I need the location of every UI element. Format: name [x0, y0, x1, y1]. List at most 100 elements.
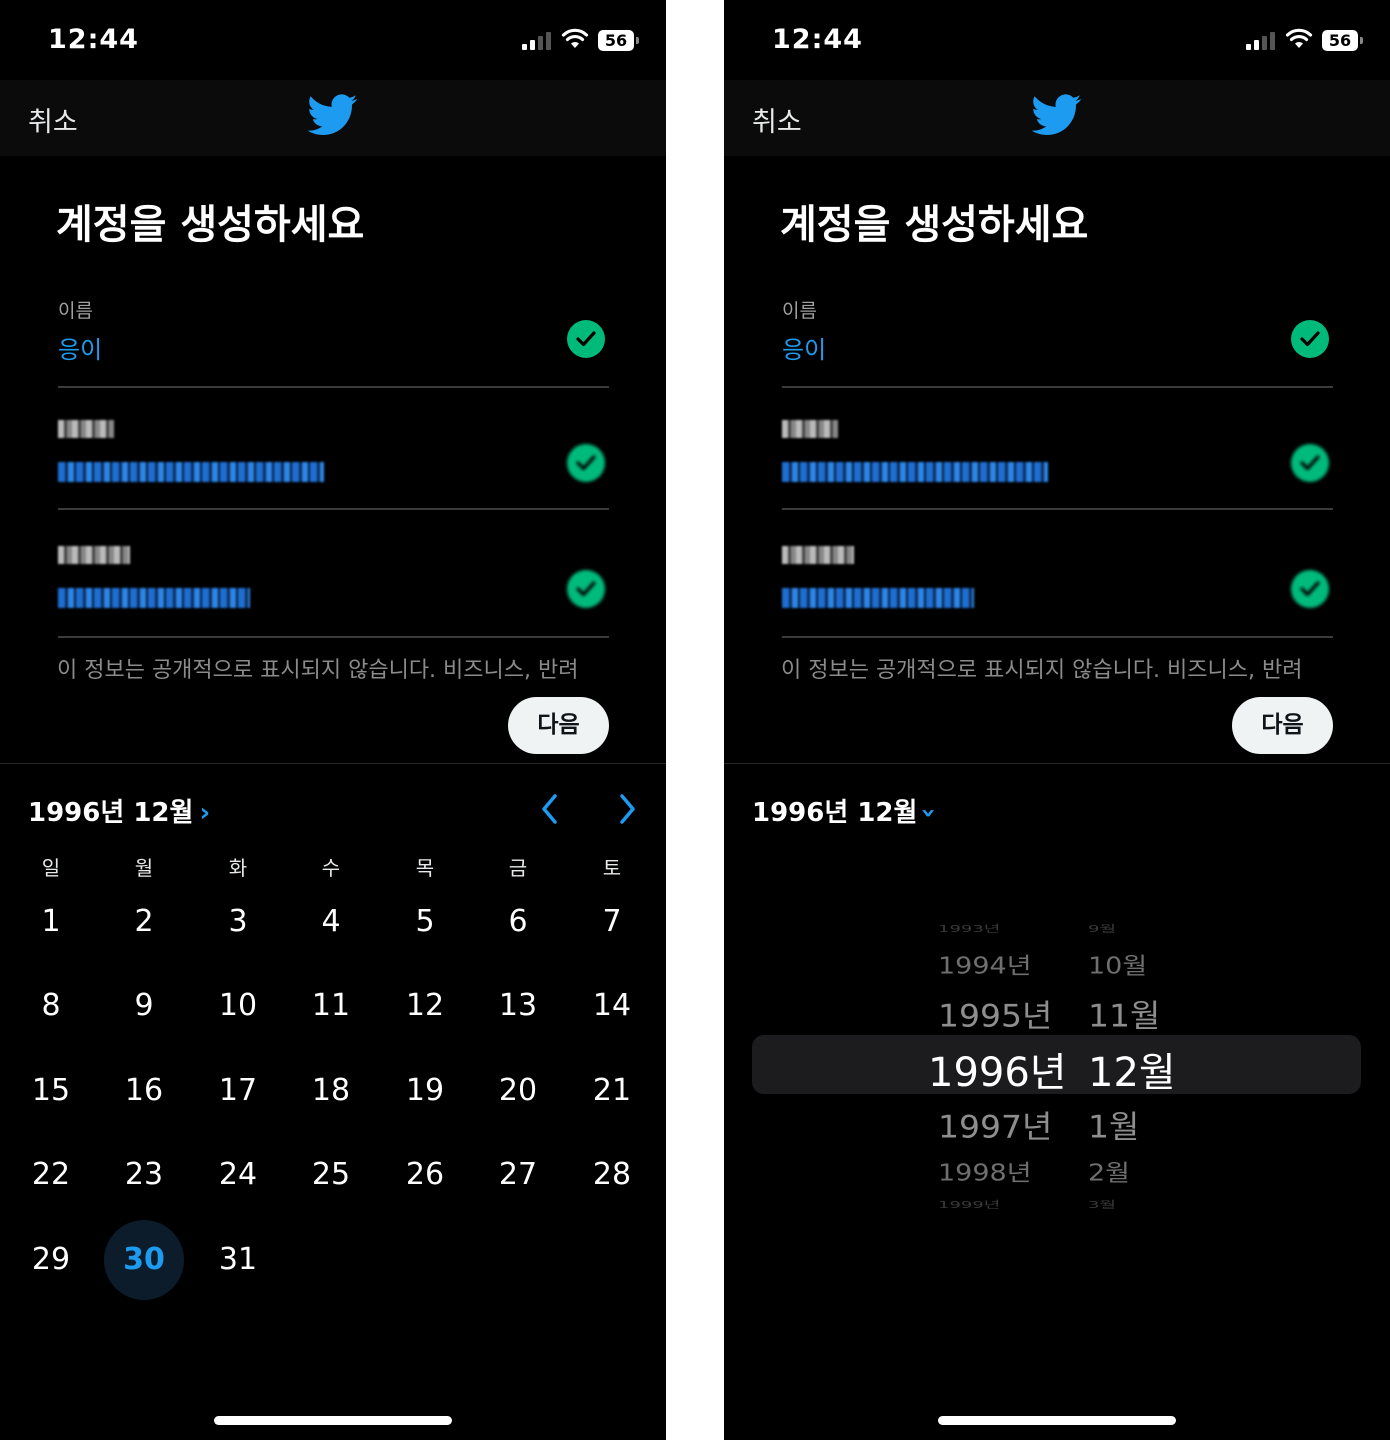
picker-month[interactable]: 10월 [1088, 947, 1147, 980]
calendar-day[interactable]: 18 [291, 1051, 371, 1131]
field-underline [58, 386, 609, 388]
picker-month[interactable]: 11월 [1088, 990, 1160, 1036]
field-underline [58, 636, 609, 638]
calendar-day[interactable]: 17 [198, 1051, 278, 1131]
birthdate-value-redacted[interactable] [782, 586, 974, 614]
picker-month-selected[interactable]: 12월 [1088, 1040, 1176, 1098]
check-icon [567, 570, 605, 608]
divider [724, 763, 1390, 764]
calendar-day[interactable]: 12 [385, 966, 465, 1046]
calendar-day[interactable]: 8 [11, 966, 91, 1046]
name-value[interactable]: 응이 [58, 330, 102, 365]
name-label: 이름 [58, 300, 93, 322]
field-underline [782, 636, 1333, 638]
picker-year-selected[interactable]: 1996년 [928, 1040, 1067, 1098]
email-label-redacted [58, 420, 114, 443]
check-icon [1291, 320, 1329, 358]
calendar-day[interactable]: 22 [11, 1135, 91, 1215]
calendar-day[interactable]: 28 [572, 1135, 652, 1215]
next-button[interactable]: 다음 [1232, 697, 1333, 754]
calendar-day[interactable]: 13 [478, 966, 558, 1046]
calendar-day[interactable]: 2 [104, 882, 184, 962]
calendar-day[interactable]: 11 [291, 966, 371, 1046]
status-time: 12:44 [48, 24, 139, 55]
picker-year[interactable]: 1999년 [938, 1197, 1000, 1211]
picker-year[interactable]: 1994년 [938, 947, 1032, 980]
picker-year[interactable]: 1998년 [938, 1154, 1032, 1187]
name-value[interactable]: 응이 [782, 330, 826, 365]
calendar-day[interactable]: 4 [291, 882, 371, 962]
picker-month[interactable]: 3월 [1088, 1197, 1116, 1211]
calendar-day[interactable]: 15 [11, 1051, 91, 1131]
battery-icon: 56 [1322, 30, 1363, 51]
birthdate-label-redacted [58, 546, 130, 569]
calendar-day[interactable]: 6 [478, 882, 558, 962]
picker-year[interactable]: 1995년 [938, 990, 1052, 1036]
check-icon [567, 320, 605, 358]
check-icon [1291, 444, 1329, 482]
wifi-icon [561, 28, 589, 48]
calendar-day[interactable]: 26 [385, 1135, 465, 1215]
picker-month[interactable]: 2월 [1088, 1154, 1130, 1187]
picker-month[interactable]: 1월 [1088, 1101, 1139, 1147]
calendar-day[interactable]: 5 [385, 882, 465, 962]
status-bar: 12:44 56 [724, 0, 1390, 80]
month-year-selector[interactable]: 1996년 12월› [28, 792, 210, 829]
page-title: 계정을 생성하세요 [780, 202, 1089, 248]
calendar-day[interactable]: 1 [11, 882, 91, 962]
calendar-day[interactable]: 10 [198, 966, 278, 1046]
cancel-button[interactable]: 취소 [28, 100, 78, 139]
twitter-bird-icon [308, 94, 358, 135]
divider [0, 763, 666, 764]
name-label: 이름 [782, 300, 817, 322]
nav-bar: 취소 [724, 80, 1390, 156]
month-year-selector[interactable]: 1996년 12월› [752, 792, 944, 829]
email-value-redacted[interactable] [58, 460, 324, 488]
calendar-day[interactable]: 3 [198, 882, 278, 962]
check-icon [1291, 570, 1329, 608]
home-indicator [214, 1416, 452, 1425]
cancel-button[interactable]: 취소 [752, 100, 802, 139]
calendar-day[interactable]: 19 [385, 1051, 465, 1131]
weekday-label: 금 [508, 856, 528, 880]
picker-month[interactable]: 9월 [1088, 921, 1116, 935]
weekday-label: 월 [134, 856, 154, 880]
wifi-icon [1285, 28, 1313, 48]
calendar-day[interactable]: 9 [104, 966, 184, 1046]
calendar-day[interactable]: 23 [104, 1135, 184, 1215]
weekday-label: 수 [321, 856, 341, 880]
chevron-down-icon: › [913, 807, 944, 819]
email-value-redacted[interactable] [782, 460, 1048, 488]
home-indicator [938, 1416, 1176, 1425]
picker-year[interactable]: 1993년 [938, 921, 1000, 935]
privacy-note: 이 정보는 공개적으로 표시되지 않습니다. 비즈니스, 반려 [781, 658, 1303, 683]
calendar-day-selected[interactable]: 30 [104, 1220, 184, 1300]
field-underline [782, 386, 1333, 388]
next-month-button[interactable] [613, 792, 641, 826]
weekday-label: 일 [41, 856, 61, 880]
weekday-label: 토 [602, 856, 622, 880]
status-bar: 12:44 56 [0, 0, 666, 80]
calendar-day[interactable]: 25 [291, 1135, 371, 1215]
calendar-day[interactable]: 7 [572, 882, 652, 962]
chevron-right-icon: › [199, 798, 211, 828]
battery-icon: 56 [598, 30, 639, 51]
calendar-day[interactable]: 21 [572, 1051, 652, 1131]
status-time: 12:44 [772, 24, 863, 55]
calendar-day[interactable]: 24 [198, 1135, 278, 1215]
next-button[interactable]: 다음 [508, 697, 609, 754]
month-year-label: 1996년 12월 [28, 798, 194, 828]
calendar-day[interactable]: 16 [104, 1051, 184, 1131]
calendar-day[interactable]: 27 [478, 1135, 558, 1215]
calendar-day[interactable]: 20 [478, 1051, 558, 1131]
previous-month-button[interactable] [536, 792, 564, 826]
cellular-signal-icon [1246, 32, 1276, 50]
birthdate-label-redacted [782, 546, 854, 569]
birthdate-value-redacted[interactable] [58, 586, 250, 614]
nav-bar: 취소 [0, 80, 666, 156]
calendar-day[interactable]: 14 [572, 966, 652, 1046]
calendar-day[interactable]: 29 [11, 1220, 91, 1300]
privacy-note: 이 정보는 공개적으로 표시되지 않습니다. 비즈니스, 반려 [57, 658, 579, 683]
picker-year[interactable]: 1997년 [938, 1101, 1052, 1147]
calendar-day[interactable]: 31 [198, 1220, 278, 1300]
